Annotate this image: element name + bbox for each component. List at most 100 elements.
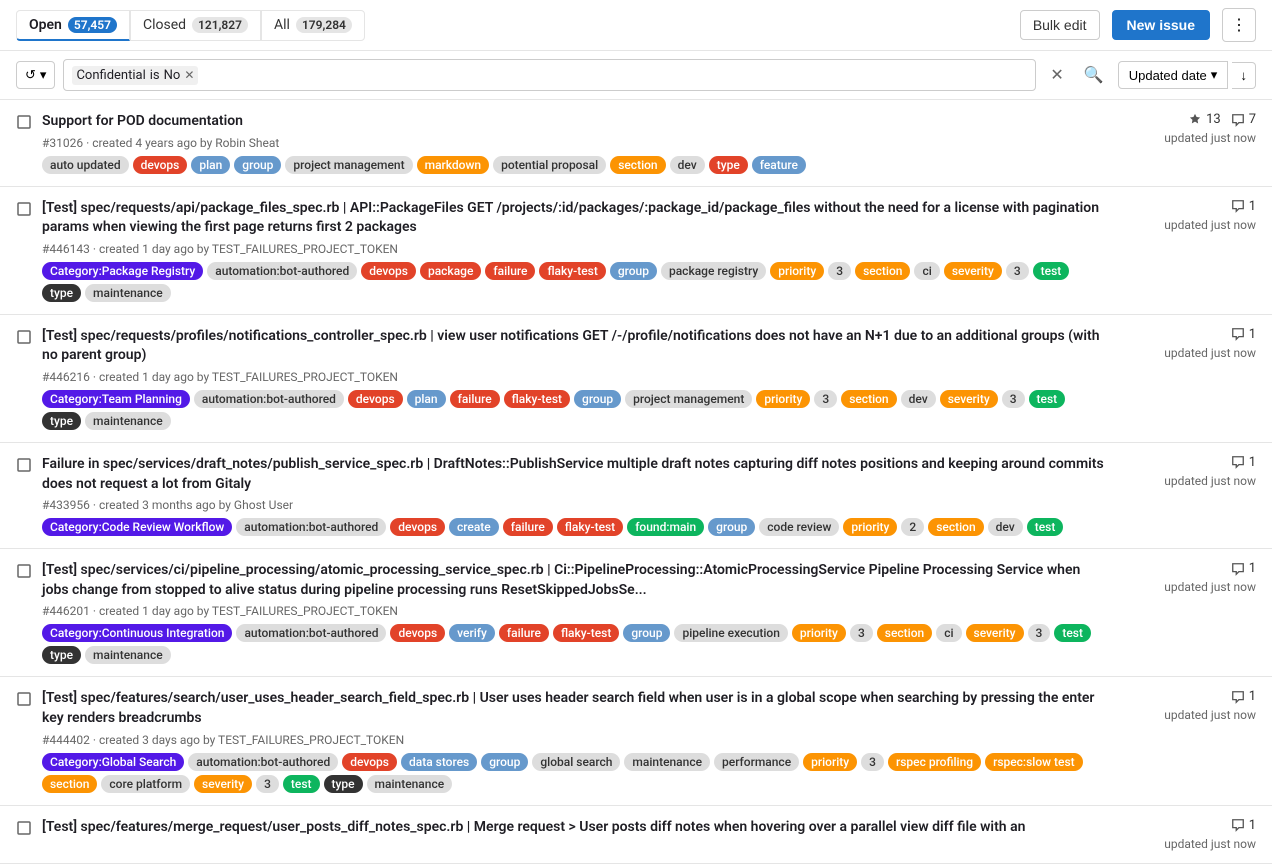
issue-label[interactable]: create bbox=[449, 518, 499, 536]
issue-label[interactable]: severity bbox=[944, 262, 1002, 280]
issue-label[interactable]: priority bbox=[792, 624, 846, 642]
new-issue-button[interactable]: New issue bbox=[1112, 10, 1210, 40]
issue-label[interactable]: group bbox=[708, 518, 755, 536]
issue-label[interactable]: devops bbox=[390, 624, 445, 642]
issue-label[interactable]: automation:bot-authored bbox=[194, 390, 344, 408]
issue-label[interactable]: maintenance bbox=[85, 412, 171, 430]
issue-label[interactable]: test bbox=[283, 775, 320, 793]
issue-label[interactable]: maintenance bbox=[367, 775, 453, 793]
sort-direction-button[interactable]: ↓ bbox=[1232, 62, 1256, 89]
issue-label[interactable]: devops bbox=[342, 753, 397, 771]
issue-label[interactable]: test bbox=[1054, 624, 1091, 642]
issue-label[interactable]: data stores bbox=[401, 753, 477, 771]
filter-clear-button[interactable]: ✕ bbox=[1044, 61, 1069, 89]
issue-label[interactable]: test bbox=[1029, 390, 1066, 408]
issue-label[interactable]: priority bbox=[756, 390, 810, 408]
issue-label[interactable]: potential proposal bbox=[493, 156, 606, 174]
issue-label[interactable]: failure bbox=[485, 262, 535, 280]
issue-label[interactable]: auto updated bbox=[42, 156, 129, 174]
filter-input-area[interactable]: Confidential is No ✕ bbox=[63, 59, 1036, 91]
issue-label[interactable]: type bbox=[42, 646, 81, 664]
issue-label[interactable]: package bbox=[420, 262, 481, 280]
issue-label[interactable]: section bbox=[855, 262, 910, 280]
issue-label[interactable]: performance bbox=[714, 753, 799, 771]
issue-label[interactable]: Category:Package Registry bbox=[42, 262, 203, 280]
issue-label[interactable]: dev bbox=[988, 518, 1023, 536]
issue-label[interactable]: group bbox=[234, 156, 281, 174]
issue-label[interactable]: type bbox=[709, 156, 748, 174]
issue-label[interactable]: 3 bbox=[1002, 390, 1025, 408]
issue-label[interactable]: group bbox=[481, 753, 528, 771]
issue-title[interactable]: [Test] spec/features/search/user_uses_he… bbox=[42, 689, 1106, 728]
issue-label[interactable]: 2 bbox=[901, 518, 924, 536]
issue-label[interactable]: global search bbox=[532, 753, 620, 771]
issue-label[interactable]: 3 bbox=[828, 262, 851, 280]
sort-button[interactable]: Updated date ▾ bbox=[1118, 61, 1229, 89]
issue-label[interactable]: priority bbox=[803, 753, 857, 771]
issue-label[interactable]: found:main bbox=[627, 518, 704, 536]
issue-label[interactable]: pipeline execution bbox=[674, 624, 787, 642]
issue-label[interactable]: section bbox=[841, 390, 896, 408]
issue-label[interactable]: 3 bbox=[850, 624, 873, 642]
issue-label[interactable]: rspec profiling bbox=[888, 753, 981, 771]
issue-label[interactable]: code review bbox=[759, 518, 839, 536]
issue-label[interactable]: dev bbox=[670, 156, 705, 174]
issue-label[interactable]: ci bbox=[914, 262, 939, 280]
issue-label[interactable]: flaky-test bbox=[557, 518, 623, 536]
more-options-button[interactable]: ⋮ bbox=[1222, 8, 1256, 42]
issue-label[interactable]: type bbox=[42, 284, 81, 302]
issue-label[interactable]: severity bbox=[966, 624, 1024, 642]
issue-label[interactable]: severity bbox=[194, 775, 252, 793]
issue-title[interactable]: [Test] spec/requests/profiles/notificati… bbox=[42, 327, 1106, 366]
issue-label[interactable]: maintenance bbox=[85, 284, 171, 302]
issue-title[interactable]: [Test] spec/requests/api/package_files_s… bbox=[42, 199, 1106, 238]
issue-label[interactable]: section bbox=[42, 775, 97, 793]
issue-label[interactable]: markdown bbox=[417, 156, 489, 174]
issue-label[interactable]: section bbox=[928, 518, 983, 536]
issue-label[interactable]: flaky-test bbox=[504, 390, 570, 408]
issue-label[interactable]: priority bbox=[843, 518, 897, 536]
issue-title[interactable]: Failure in spec/services/draft_notes/pub… bbox=[42, 455, 1106, 494]
issue-label[interactable]: type bbox=[324, 775, 363, 793]
issue-label[interactable]: test bbox=[1027, 518, 1064, 536]
issue-label[interactable]: maintenance bbox=[624, 753, 710, 771]
issue-label[interactable]: ci bbox=[936, 624, 961, 642]
tab-all[interactable]: All 179,284 bbox=[261, 10, 365, 41]
issue-label[interactable]: project management bbox=[285, 156, 412, 174]
issue-label[interactable]: package registry bbox=[661, 262, 766, 280]
issue-label[interactable]: verify bbox=[449, 624, 495, 642]
issue-label[interactable]: maintenance bbox=[85, 646, 171, 664]
tab-closed[interactable]: Closed 121,827 bbox=[130, 10, 261, 41]
issue-label[interactable]: devops bbox=[133, 156, 188, 174]
issue-label[interactable]: dev bbox=[901, 390, 936, 408]
issue-label[interactable]: flaky-test bbox=[553, 624, 619, 642]
issue-label[interactable]: group bbox=[610, 262, 657, 280]
issue-label[interactable]: automation:bot-authored bbox=[236, 518, 386, 536]
issue-label[interactable]: Category:Continuous Integration bbox=[42, 624, 232, 642]
issue-label[interactable]: group bbox=[623, 624, 670, 642]
issue-title[interactable]: [Test] spec/services/ci/pipeline_process… bbox=[42, 561, 1106, 600]
issue-label[interactable]: automation:bot-authored bbox=[236, 624, 386, 642]
issue-label[interactable]: type bbox=[42, 412, 81, 430]
issue-label[interactable]: priority bbox=[770, 262, 824, 280]
issue-label[interactable]: 3 bbox=[861, 753, 884, 771]
issue-label[interactable]: severity bbox=[940, 390, 998, 408]
issue-label[interactable]: 3 bbox=[256, 775, 279, 793]
issue-title[interactable]: [Test] spec/features/merge_request/user_… bbox=[42, 818, 1106, 838]
issue-label[interactable]: group bbox=[574, 390, 621, 408]
issue-label[interactable]: plan bbox=[407, 390, 446, 408]
issue-label[interactable]: project management bbox=[625, 390, 752, 408]
token-remove-button[interactable]: ✕ bbox=[184, 68, 194, 82]
issue-label[interactable]: 3 bbox=[814, 390, 837, 408]
issue-label[interactable]: Category:Global Search bbox=[42, 753, 184, 771]
issue-title[interactable]: Support for POD documentation bbox=[42, 112, 1106, 132]
issue-label[interactable]: failure bbox=[503, 518, 553, 536]
issue-label[interactable]: feature bbox=[752, 156, 806, 174]
issue-label[interactable]: automation:bot-authored bbox=[188, 753, 338, 771]
issue-label[interactable]: 3 bbox=[1028, 624, 1051, 642]
issue-label[interactable]: test bbox=[1033, 262, 1070, 280]
issue-label[interactable]: Category:Team Planning bbox=[42, 390, 190, 408]
bulk-edit-button[interactable]: Bulk edit bbox=[1020, 10, 1100, 40]
issue-label[interactable]: plan bbox=[191, 156, 230, 174]
issue-label[interactable]: section bbox=[610, 156, 665, 174]
